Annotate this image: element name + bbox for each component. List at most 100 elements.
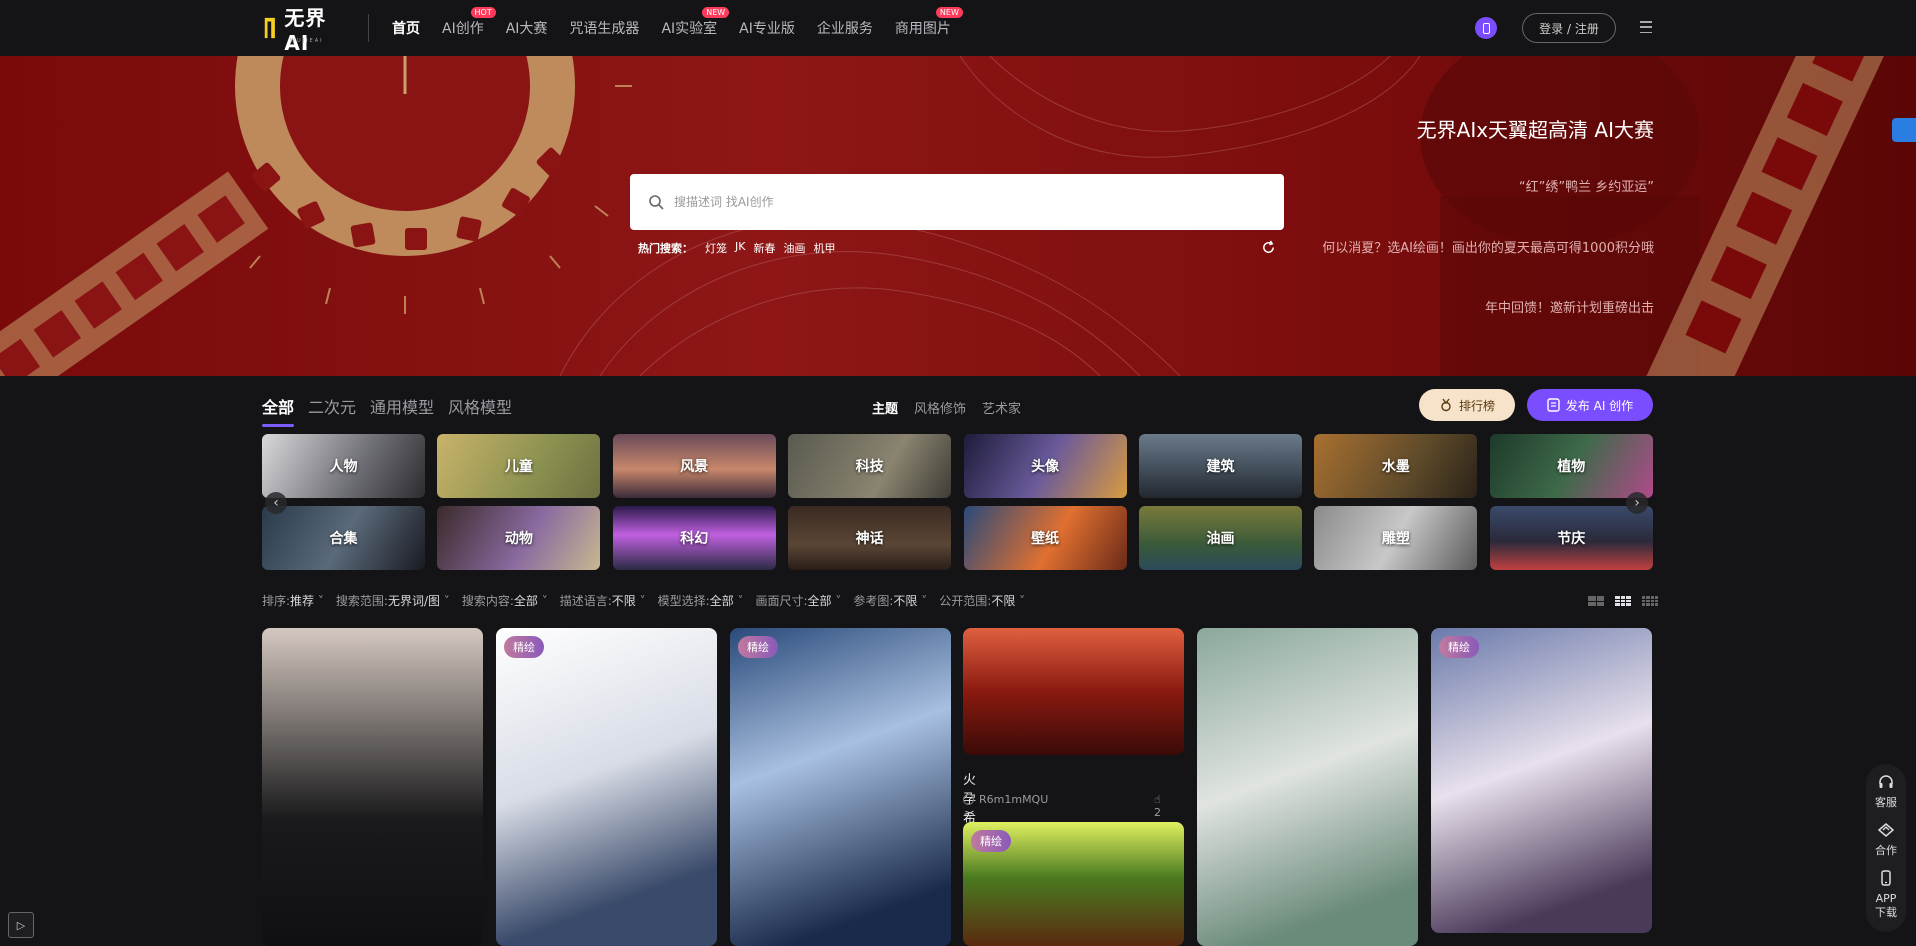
like-count[interactable]: ☝ 2 — [1154, 793, 1161, 819]
filter-dropdown[interactable]: 参考图:不限 ˅ — [853, 592, 927, 609]
category-card[interactable]: 神话 — [788, 506, 952, 570]
banner-title[interactable]: 无界AIx天翼超高清 AI大赛 — [1417, 114, 1654, 143]
filter-dropdown[interactable]: 排序:推荐 ˅ — [262, 592, 324, 609]
category-label: 科幻 — [680, 531, 709, 547]
filter-label: 参考图: — [853, 594, 894, 608]
chevron-down-icon: ˅ — [831, 594, 842, 608]
avatar-icon — [963, 794, 974, 805]
nav-link-2[interactable]: AI大赛 — [506, 18, 548, 38]
filter-value: 全部 — [807, 594, 832, 608]
filter-dropdown[interactable]: 模型选择:全部 ˅ — [658, 592, 744, 609]
category-card[interactable]: 油画 — [1138, 506, 1302, 570]
float-item-label: 合作 — [1875, 844, 1897, 857]
search-box[interactable] — [630, 174, 1284, 230]
side-tab-icon[interactable] — [1892, 118, 1916, 142]
gallery-card[interactable] — [963, 628, 1184, 755]
gallery-card[interactable] — [262, 628, 483, 946]
gallery-card[interactable] — [1197, 628, 1418, 946]
nav-link-1[interactable]: AI创作 HOT — [442, 7, 496, 38]
float-item-0[interactable]: 客服 — [1875, 774, 1897, 810]
nav-badge: NEW — [935, 7, 963, 18]
category-card[interactable]: 壁纸 — [963, 506, 1127, 570]
filter-dropdown[interactable]: 搜索范围:无界词/图 ˅ — [336, 592, 450, 609]
nav-divider — [368, 14, 369, 42]
chevron-down-icon: ˅ — [1015, 594, 1026, 608]
publish-button[interactable]: 发布 AI 创作 — [1527, 389, 1653, 421]
layout-large-icon[interactable] — [1585, 593, 1607, 609]
logo[interactable]: 无界AI WUJIEAI — [262, 6, 346, 55]
category-label: 合集 — [329, 531, 358, 547]
category-card[interactable]: 科技 — [788, 434, 952, 498]
hot-search-term[interactable]: JK — [735, 240, 745, 256]
hot-search-term[interactable]: 新春 — [753, 240, 775, 256]
layout-medium-icon[interactable] — [1612, 593, 1634, 609]
category-card[interactable]: 植物 — [1489, 434, 1653, 498]
menu-icon[interactable] — [1640, 21, 1652, 33]
category-card[interactable]: 节庆 — [1489, 506, 1653, 570]
category-card[interactable]: 儿童 — [437, 434, 601, 498]
banner-subtitle-3[interactable]: 年中回馈！邀新计划重磅出击 — [1485, 297, 1654, 316]
gallery-card[interactable]: 精绘 — [730, 628, 951, 946]
search-input[interactable] — [674, 195, 1234, 209]
nav-link-4[interactable]: AI实验室 NEW — [661, 7, 730, 38]
filter-dropdown[interactable]: 公开范围:不限 ˅ — [939, 592, 1025, 609]
gallery-card[interactable]: 精绘 — [496, 628, 717, 946]
hot-search-term[interactable]: 油画 — [783, 240, 805, 256]
gallery-card[interactable]: 精绘 — [1431, 628, 1652, 933]
layout-small-icon[interactable] — [1639, 593, 1661, 609]
nav-link-7[interactable]: 商用图片 NEW — [895, 7, 963, 38]
hero-banner: 热门搜索： 灯笼 JK 新春油画机甲 无界AIx天翼超高清 AI大赛 “红”绣”鸭兰… — [0, 56, 1916, 376]
filter-value: 不限 — [893, 594, 918, 608]
category-card[interactable]: 头像 — [963, 434, 1127, 498]
category-card[interactable]: 建筑 — [1138, 434, 1302, 498]
float-item-1[interactable]: 合作 — [1875, 822, 1897, 858]
logo-text: 无界AI — [284, 5, 327, 55]
topic-tab-0[interactable]: 主题 — [872, 398, 898, 417]
category-tab-1[interactable]: 二次元 — [308, 394, 356, 418]
category-card[interactable]: 合集 — [262, 506, 425, 570]
category-tab-2[interactable]: 通用模型 — [370, 394, 434, 418]
card-author[interactable]: R6m1mMQU — [963, 793, 1048, 806]
category-card[interactable]: 动物 — [437, 506, 601, 570]
topic-tab-1[interactable]: 风格修饰 — [914, 398, 966, 417]
chevron-down-icon: ˅ — [314, 594, 324, 608]
topic-tabs: 主题 风格修饰 艺术家 — [872, 398, 1037, 417]
page: 无界AI WUJIEAI 首页 AI创作 HOT AI大赛 咒语生成器 AI实验室 NEW A… — [0, 0, 1916, 946]
refresh-icon[interactable] — [1261, 240, 1276, 255]
category-card[interactable]: 雕塑 — [1314, 506, 1478, 570]
filter-dropdown[interactable]: 描述语言:不限 ˅ — [560, 592, 646, 609]
phone-icon — [1875, 870, 1897, 892]
nav-link-3[interactable]: 咒语生成器 — [569, 18, 639, 38]
banner-subtitle-2[interactable]: 何以消夏？选AI绘画！画出你的夏天最高可得1000积分哦 — [1322, 237, 1654, 256]
filter-dropdown[interactable]: 搜索内容:全部 ˅ — [462, 592, 548, 609]
hot-search-term[interactable]: 机甲 — [813, 240, 835, 256]
category-label: 头像 — [1031, 459, 1060, 475]
nav-badge: HOT — [470, 7, 496, 18]
category-card[interactable]: 水墨 — [1314, 434, 1478, 498]
category-tab-0[interactable]: 全部 — [262, 394, 295, 427]
nav-link-0[interactable]: 首页 — [392, 18, 420, 38]
banner-subtitle-1[interactable]: “红”绣”鸭兰 乡约亚运” — [1519, 176, 1654, 195]
login-button[interactable]: 登录 / 注册 — [1522, 13, 1616, 43]
category-card[interactable]: 人物 — [262, 434, 425, 498]
filter-dropdown[interactable]: 画面尺寸:全部 ˅ — [755, 592, 841, 609]
category-tab-3[interactable]: 风格模型 — [448, 394, 512, 418]
topic-tab-2[interactable]: 艺术家 — [982, 398, 1021, 417]
author-name: R6m1mMQU — [979, 793, 1049, 806]
medal-icon — [1441, 398, 1451, 412]
hot-search-term[interactable]: 灯笼 — [705, 240, 727, 256]
nav-link-5[interactable]: AI专业版 — [739, 18, 795, 38]
nav-link-6[interactable]: 企业服务 — [817, 18, 873, 38]
gallery-card[interactable]: 精绘 — [963, 822, 1184, 946]
next-arrow-icon[interactable]: › — [1626, 492, 1648, 514]
float-item-2[interactable]: APP 下载 — [1875, 870, 1897, 920]
like-value: 2 — [1154, 806, 1161, 819]
phone-button[interactable] — [1475, 17, 1497, 39]
collapse-icon[interactable]: ▷ — [8, 912, 34, 938]
category-card[interactable]: 科幻 — [612, 506, 776, 570]
filter-value: 无界词/图 — [387, 594, 440, 608]
prev-arrow-icon[interactable]: ‹ — [265, 492, 287, 514]
ranking-button[interactable]: 排行榜 — [1419, 389, 1515, 421]
headset-icon — [1875, 774, 1897, 796]
category-card[interactable]: 风景 — [612, 434, 776, 498]
